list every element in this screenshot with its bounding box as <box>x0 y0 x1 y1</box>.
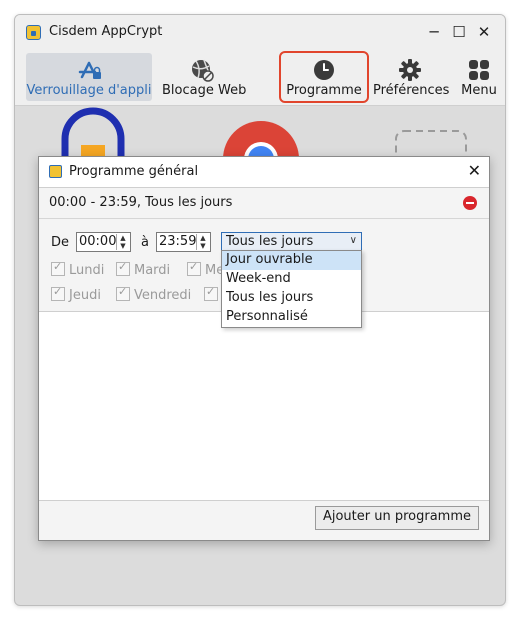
close-icon[interactable]: ✕ <box>473 21 495 43</box>
option-custom[interactable]: Personnalisé <box>222 308 361 327</box>
dialog-close-icon[interactable]: ✕ <box>468 161 481 180</box>
day-checkbox-wednesday[interactable]: Me <box>187 260 224 278</box>
from-label: De <box>51 235 70 250</box>
day-label: Lundi <box>69 263 105 278</box>
tab-app-lock[interactable]: Verrouillage d'appli <box>26 53 152 101</box>
tab-web-block-label: Blocage Web <box>162 83 247 98</box>
day-checkbox-thursday[interactable]: Jeudi <box>51 285 101 303</box>
to-label: à <box>141 235 149 250</box>
tab-menu-label: Menu <box>461 83 497 98</box>
add-schedule-button[interactable]: Ajouter un programme <box>314 506 479 530</box>
remove-schedule-icon[interactable] <box>463 196 477 210</box>
tab-app-lock-label: Verrouillage d'appli <box>26 83 152 98</box>
day-checkbox-saturday[interactable] <box>204 285 222 303</box>
tab-menu[interactable]: Menu <box>459 53 499 101</box>
from-time-value: 00:00 <box>79 234 117 249</box>
to-time-spinner[interactable]: ▲ ▼ <box>196 234 209 250</box>
globe-block-icon <box>162 57 242 83</box>
day-label: Jeudi <box>69 288 101 303</box>
day-checkbox-friday[interactable]: Vendredi <box>116 285 192 303</box>
maximize-icon[interactable]: ☐ <box>448 21 470 43</box>
option-every-day[interactable]: Tous les jours <box>222 289 361 308</box>
title-bar: Cisdem AppCrypt ─ ☐ ✕ <box>15 15 505 51</box>
clock-icon <box>281 57 367 83</box>
from-time-spinner[interactable]: ▲ ▼ <box>116 234 129 250</box>
option-workday[interactable]: Jour ouvrable <box>222 251 361 270</box>
tab-schedule-label: Programme <box>286 83 362 98</box>
day-label: Vendredi <box>134 288 192 303</box>
toolbar: Verrouillage d'appli Blocage Web Program… <box>15 51 505 106</box>
schedule-entry-text: 00:00 - 23:59, Tous les jours <box>49 195 233 210</box>
grid-menu-icon <box>459 57 499 83</box>
repeat-select-value: Tous les jours <box>226 234 314 249</box>
schedule-dialog: Programme général ✕ 00:00 - 23:59, Tous … <box>38 156 490 541</box>
app-lock-icon <box>26 25 41 40</box>
window-title: Cisdem AppCrypt <box>49 24 163 39</box>
tab-schedule[interactable]: Programme <box>279 51 369 103</box>
gear-icon <box>373 57 447 83</box>
day-label: Mardi <box>134 263 171 278</box>
dialog-title-bar: Programme général ✕ <box>39 157 489 188</box>
schedule-entry[interactable]: 00:00 - 23:59, Tous les jours <box>39 188 489 219</box>
tab-preferences[interactable]: Préférences <box>373 53 450 101</box>
day-checkbox-monday[interactable]: Lundi <box>51 260 105 278</box>
app-lock-icon <box>49 165 62 178</box>
option-weekend[interactable]: Week-end <box>222 270 361 289</box>
tab-preferences-label: Préférences <box>373 83 450 98</box>
dialog-title: Programme général <box>69 164 199 179</box>
chevron-down-icon: ∨ <box>349 235 357 246</box>
from-time-input[interactable]: 00:00 ▲ ▼ <box>76 232 131 252</box>
day-checkbox-tuesday[interactable]: Mardi <box>116 260 171 278</box>
to-time-value: 23:59 <box>159 234 197 249</box>
schedule-list-area <box>39 312 489 501</box>
tab-web-block[interactable]: Blocage Web <box>162 53 247 101</box>
app-store-lock-icon <box>26 57 152 83</box>
repeat-select[interactable]: Tous les jours ∨ <box>221 232 362 252</box>
to-time-input[interactable]: 23:59 ▲ ▼ <box>156 232 211 252</box>
minimize-icon[interactable]: ─ <box>423 21 445 43</box>
repeat-dropdown-list: Jour ouvrable Week-end Tous les jours Pe… <box>221 250 362 328</box>
